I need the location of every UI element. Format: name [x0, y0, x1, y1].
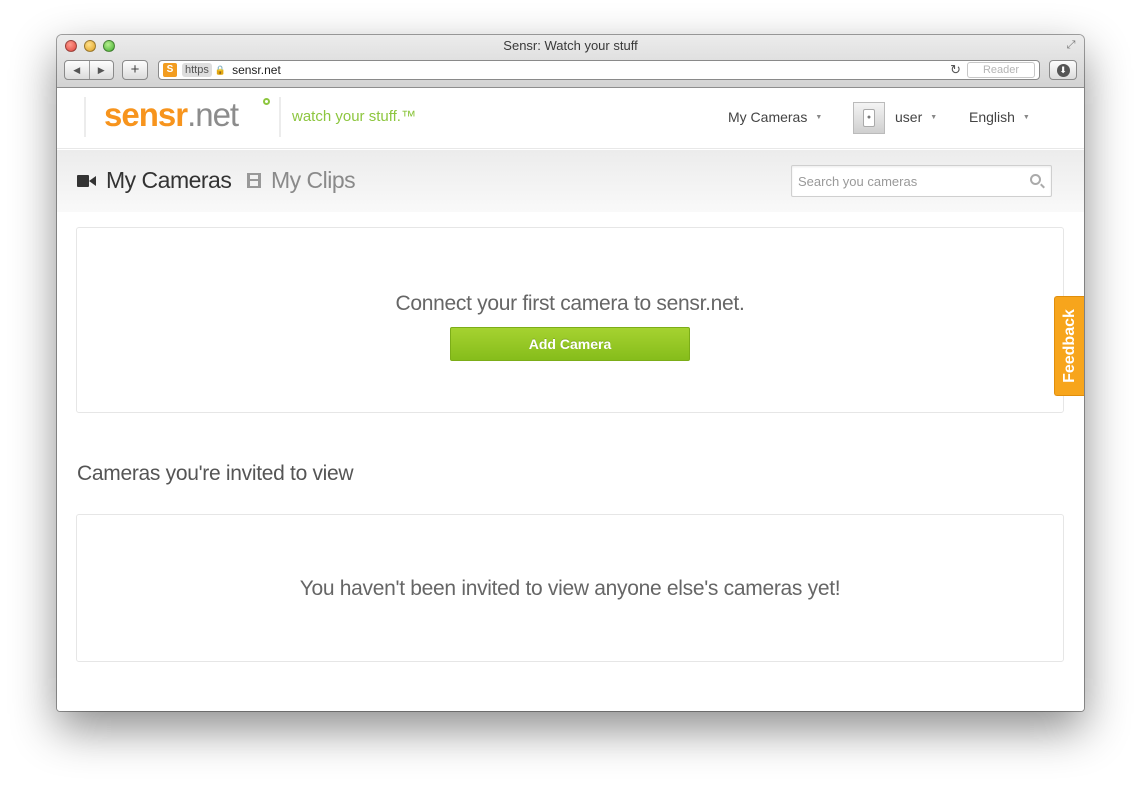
- my-cameras-menu[interactable]: My Cameras ▼: [728, 109, 822, 125]
- lock-icon: 🔒: [214, 64, 227, 75]
- chevron-down-icon: ▼: [1022, 113, 1030, 121]
- address-bar[interactable]: S https 🔒 sensr.net ↻ Reader: [158, 60, 1040, 80]
- feedback-tab[interactable]: Feedback: [1054, 296, 1084, 396]
- site-header: sensr.net watch your stuff.™ My Cameras …: [57, 89, 1084, 149]
- tab-my-clips-label: My Clips: [271, 167, 356, 193]
- reload-icon[interactable]: ↻: [950, 62, 961, 78]
- tab-my-clips[interactable]: My Clips: [247, 167, 356, 194]
- invited-cameras-title: Cameras you're invited to view: [77, 462, 354, 485]
- logo-dot-icon: [263, 98, 270, 105]
- forward-button[interactable]: ▶: [88, 61, 114, 79]
- new-tab-button[interactable]: +: [122, 60, 148, 80]
- user-menu[interactable]: user ▼: [895, 109, 937, 125]
- web-page: sensr.net watch your stuff.™ My Cameras …: [57, 89, 1084, 711]
- add-camera-button[interactable]: Add Camera: [450, 327, 690, 361]
- back-button[interactable]: ◀: [65, 61, 89, 79]
- downloads-button[interactable]: ⬇: [1049, 60, 1077, 80]
- https-label: https: [182, 63, 212, 77]
- user-menu-label: user: [895, 109, 923, 125]
- camera-device-icon: ●: [863, 109, 875, 127]
- avatar[interactable]: ●: [853, 102, 885, 134]
- connect-camera-message: Connect your first camera to sensr.net.: [395, 292, 745, 315]
- my-cameras-menu-label: My Cameras: [728, 109, 808, 125]
- search-input[interactable]: [798, 166, 1018, 196]
- camera-search: [791, 165, 1052, 197]
- tab-my-cameras-label: My Cameras: [106, 167, 232, 193]
- tagline: watch your stuff.™: [292, 108, 416, 125]
- download-icon: ⬇: [1056, 63, 1070, 77]
- logo-text[interactable]: sensr.net: [104, 95, 239, 135]
- site-favicon-icon: S: [163, 63, 177, 77]
- tab-bar: My Cameras My Clips: [57, 150, 1084, 212]
- reader-button[interactable]: Reader: [967, 62, 1035, 78]
- back-forward-buttons: ◀ ▶: [64, 60, 114, 80]
- logo-net: .net: [187, 96, 239, 133]
- browser-window: Sensr: Watch your stuff ⤢ ◀ ▶ + S https …: [57, 35, 1084, 711]
- browser-toolbar: Sensr: Watch your stuff ⤢ ◀ ▶ + S https …: [57, 35, 1084, 88]
- url-text[interactable]: sensr.net: [232, 63, 281, 77]
- my-cameras-panel: Connect your first camera to sensr.net. …: [76, 227, 1064, 413]
- chevron-down-icon: ▼: [815, 113, 823, 121]
- no-invites-message: You haven't been invited to view anyone …: [299, 577, 841, 600]
- video-camera-icon: [77, 174, 96, 187]
- language-menu[interactable]: English ▼: [969, 109, 1030, 125]
- invited-cameras-panel: You haven't been invited to view anyone …: [76, 514, 1064, 662]
- window-title: Sensr: Watch your stuff: [503, 38, 638, 53]
- tab-my-cameras[interactable]: My Cameras: [77, 167, 232, 194]
- feedback-label: Feedback: [1060, 309, 1078, 383]
- fullscreen-icon[interactable]: ⤢: [1064, 38, 1078, 52]
- search-icon[interactable]: [1030, 174, 1041, 185]
- logo-sensr: sensr: [104, 96, 188, 133]
- film-icon: [247, 173, 261, 188]
- language-menu-label: English: [969, 109, 1015, 125]
- chevron-down-icon: ▼: [930, 113, 938, 121]
